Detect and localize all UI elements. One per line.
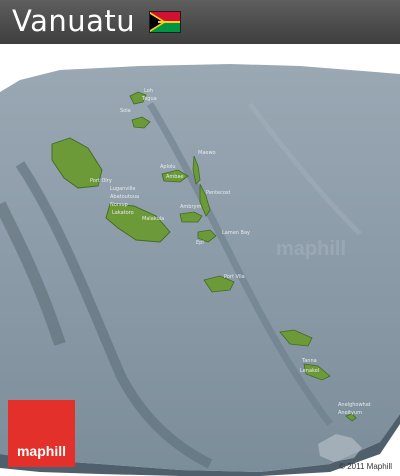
watermark: maphill — [276, 238, 347, 260]
place-label[interactable]: Port Olry — [90, 178, 112, 184]
place-label[interactable]: Aneityum — [338, 410, 362, 416]
place-label[interactable]: Maewo — [198, 150, 216, 156]
place-label[interactable]: Epi — [196, 240, 204, 246]
place-label[interactable]: Malakula — [142, 216, 164, 222]
title-bar: Vanuatu — [0, 0, 400, 44]
brand-name: maphill — [16, 443, 66, 459]
place-label[interactable]: Tegua — [142, 96, 157, 102]
map-title: Vanuatu — [12, 4, 136, 38]
place-label[interactable]: Lenakel — [300, 368, 319, 374]
vanuatu-flag-icon — [149, 11, 181, 33]
place-label[interactable]: Loh — [144, 88, 153, 94]
place-label[interactable]: Pentecost — [206, 190, 231, 196]
place-label[interactable]: Ambrym — [180, 204, 201, 210]
maphill-logo[interactable]: maphill — [8, 400, 75, 467]
place-label[interactable]: Tanna — [302, 358, 317, 364]
place-label[interactable]: Port Vila — [224, 274, 245, 280]
place-label[interactable]: Luganville — [110, 186, 135, 192]
place-label[interactable]: Ambae — [166, 174, 184, 180]
place-label[interactable]: Aplolu — [160, 164, 176, 170]
place-label[interactable]: Lakatoro — [112, 210, 134, 216]
copyright: © 2011 Maphill — [339, 462, 392, 471]
place-label[interactable]: Sola — [120, 108, 131, 114]
place-label[interactable]: Anelghowhat — [338, 402, 371, 408]
place-label[interactable]: Lamen Bay — [222, 230, 250, 236]
place-label[interactable]: Abatoutoua — [110, 194, 139, 200]
place-label[interactable]: Norsup — [110, 202, 128, 208]
